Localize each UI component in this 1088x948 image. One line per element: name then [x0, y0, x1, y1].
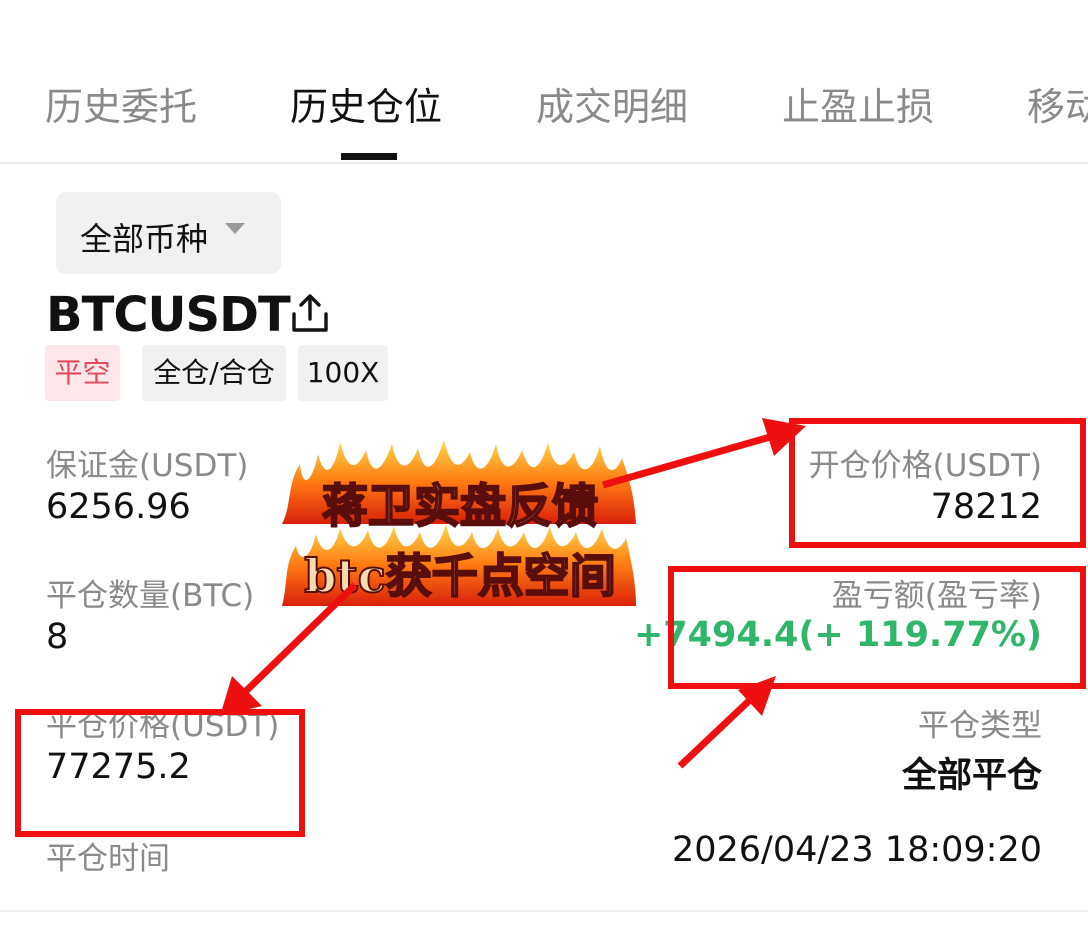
tab-position-history[interactable]: 历史仓位 [290, 76, 442, 131]
side-badge: 平空 [45, 345, 120, 401]
close-type-label: 平仓类型 [918, 708, 1042, 744]
margin-mode-badge: 全仓/合仓 [142, 345, 286, 401]
close-price-label: 平仓价格(USDT) [46, 708, 280, 744]
tab-trade-details[interactable]: 成交明细 [536, 76, 688, 131]
divider [0, 910, 1088, 912]
arrow-head-pnl [738, 676, 776, 716]
close-type-value: 全部平仓 [901, 756, 1042, 796]
coin-filter-label: 全部币种 [80, 220, 209, 258]
annotation-title-line1: 蒋卫实盘反馈 [321, 478, 599, 534]
close-qty-value: 8 [46, 617, 69, 657]
leverage-badge: 100X [298, 345, 388, 401]
margin-value: 6256.96 [46, 487, 191, 527]
entry-price-label: 开仓价格(USDT) [808, 448, 1042, 484]
annotation-title-line2: btc获千点空间 [303, 548, 616, 604]
pnl-label: 盈亏额(盈亏率) [831, 578, 1042, 614]
tab-bar: 历史委托 历史仓位 成交明细 止盈止损 移动 [0, 0, 1088, 164]
caret-down-icon [225, 223, 245, 234]
close-time-value: 2026/04/23 18:09:20 [671, 830, 1042, 870]
arrow-to-pnl [677, 695, 755, 769]
position-symbol: BTCUSDT [46, 287, 291, 343]
tab-tp-sl[interactable]: 止盈止损 [782, 76, 934, 131]
entry-price-value: 78212 [930, 487, 1042, 527]
margin-label: 保证金(USDT) [46, 448, 249, 484]
tab-trailing[interactable]: 移动 [1027, 76, 1088, 131]
close-time-label: 平仓时间 [46, 841, 170, 877]
tab-order-history[interactable]: 历史委托 [45, 76, 197, 131]
close-price-value: 77275.2 [46, 747, 191, 787]
active-tab-indicator [341, 153, 397, 160]
close-qty-label: 平仓数量(BTC) [46, 578, 255, 614]
coin-filter-dropdown[interactable]: 全部币种 [56, 192, 281, 274]
arrow-head-entry [762, 418, 806, 456]
share-icon[interactable] [288, 292, 332, 336]
pnl-value: +7494.4(+ 119.77%) [633, 615, 1042, 655]
